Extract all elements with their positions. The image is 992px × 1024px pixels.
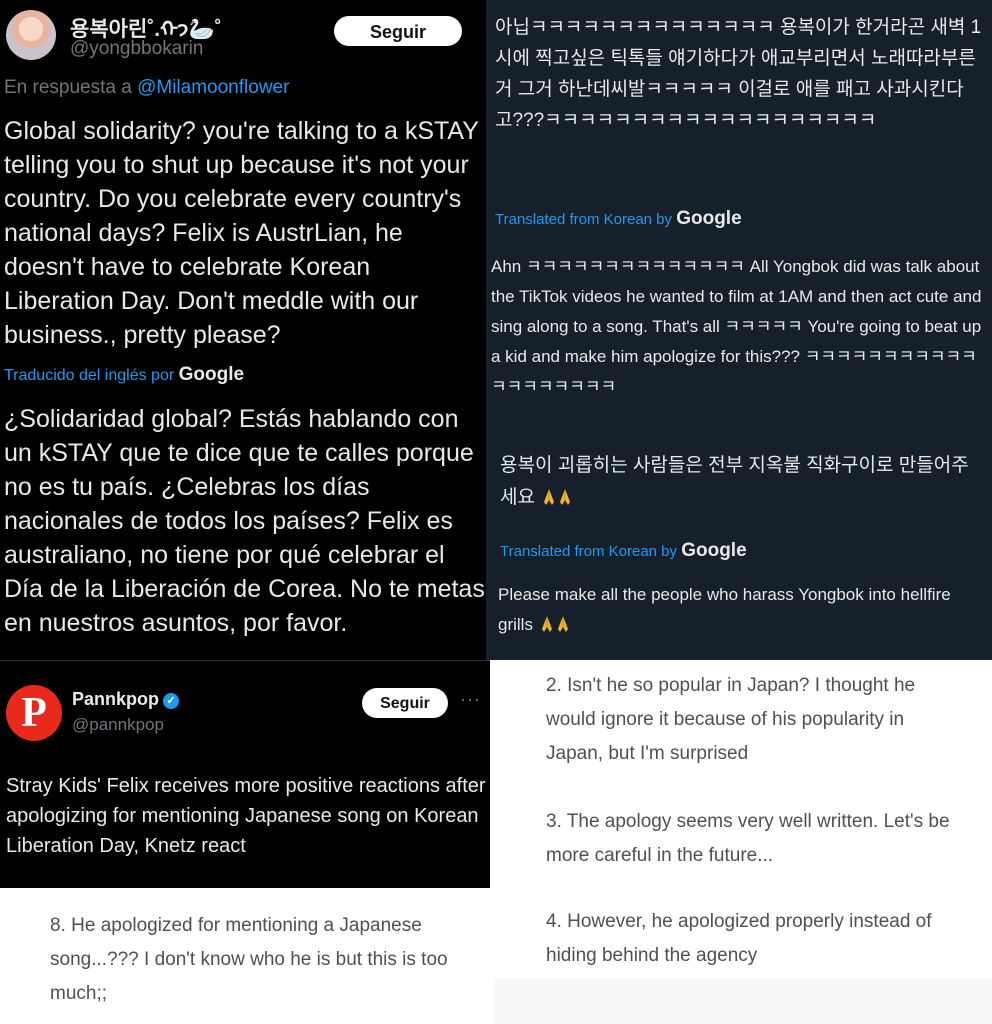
folded-hands-icon <box>538 615 570 634</box>
user-handle[interactable]: @yongbbokarin <box>70 38 203 60</box>
display-name[interactable]: Pannkpop ✓ <box>72 689 180 710</box>
korean-tweet-text: 아닙ㅋㅋㅋㅋㅋㅋㅋㅋㅋㅋㅋㅋㅋㅋ 용복이가 한거라곤 새벽 1시에 찍고싶은 틱… <box>495 17 982 131</box>
translated-text: Ahn ㅋㅋㅋㅋㅋㅋㅋㅋㅋㅋㅋㅋㅋㅋ All Yongbok did was t… <box>491 257 982 396</box>
tweet-text: Global solidarity? you're talking to a k… <box>4 117 479 349</box>
folded-hands-icon <box>540 487 572 508</box>
spanish-tweet-panel: 용복아린˚.ᡣ𐭩🦢˚ @yongbbokarin Seguir En respu… <box>0 0 486 660</box>
verified-badge-icon: ✓ <box>163 693 180 709</box>
comment-item: 4. However, he apologized properly inste… <box>546 911 932 966</box>
reply-context: En respuesta a @Milamoonflower <box>4 77 289 99</box>
korean-tweet-text-2: 용복이 괴롭히는 사람들은 전부 지옥불 직화구이로 만들어주세요 <box>500 450 986 514</box>
follow-button[interactable]: Seguir <box>362 688 448 718</box>
comment-item: 3. The apology seems very well written. … <box>546 811 950 866</box>
reply-prefix: En respuesta a <box>4 77 132 98</box>
translation-attribution[interactable]: Translated from Korean by Google <box>495 208 742 230</box>
user-handle[interactable]: @pannkpop <box>72 715 164 735</box>
google-logo: Google <box>676 208 742 229</box>
korean-tweets-panel: 아닙ㅋㅋㅋㅋㅋㅋㅋㅋㅋㅋㅋㅋㅋㅋ 용복이가 한거라곤 새벽 1시에 찍고싶은 틱… <box>486 0 992 660</box>
avatar[interactable] <box>6 10 56 60</box>
translation-attribution[interactable]: Traducido del inglés por Google <box>4 364 244 386</box>
tweet-text: Stray Kids' Felix receives more positive… <box>6 775 486 857</box>
follow-button[interactable]: Seguir <box>334 16 462 46</box>
reply-mention-link[interactable]: @Milamoonflower <box>137 77 289 98</box>
translated-text: ¿Solidaridad global? Estás hablando con … <box>4 405 485 637</box>
google-logo: Google <box>681 540 747 561</box>
google-logo: Google <box>178 364 245 385</box>
translation-label: Translated from Korean by <box>500 543 678 560</box>
display-name-text: Pannkpop <box>72 689 160 709</box>
card-shadow <box>494 978 992 1024</box>
comment-item: 2. Isn't he so popular in Japan? I thoug… <box>546 675 916 764</box>
comment-item: 8. He apologized for mentioning a Japane… <box>50 915 448 1004</box>
comments-card-left: 8. He apologized for mentioning a Japane… <box>24 888 464 1024</box>
translation-attribution-2[interactable]: Translated from Korean by Google <box>500 540 747 562</box>
more-options-icon[interactable]: ··· <box>460 689 481 710</box>
translation-label: Translated from Korean by <box>495 211 673 228</box>
comments-card-right: 2. Isn't he so popular in Japan? I thoug… <box>520 665 964 981</box>
translation-label: Traducido del inglés por <box>4 367 175 384</box>
avatar[interactable]: P <box>6 685 62 741</box>
translated-text-2: Please make all the people who harass Yo… <box>498 580 986 640</box>
pannkpop-tweet-panel: P Pannkpop ✓ @pannkpop Seguir ··· Stray K… <box>0 660 490 888</box>
